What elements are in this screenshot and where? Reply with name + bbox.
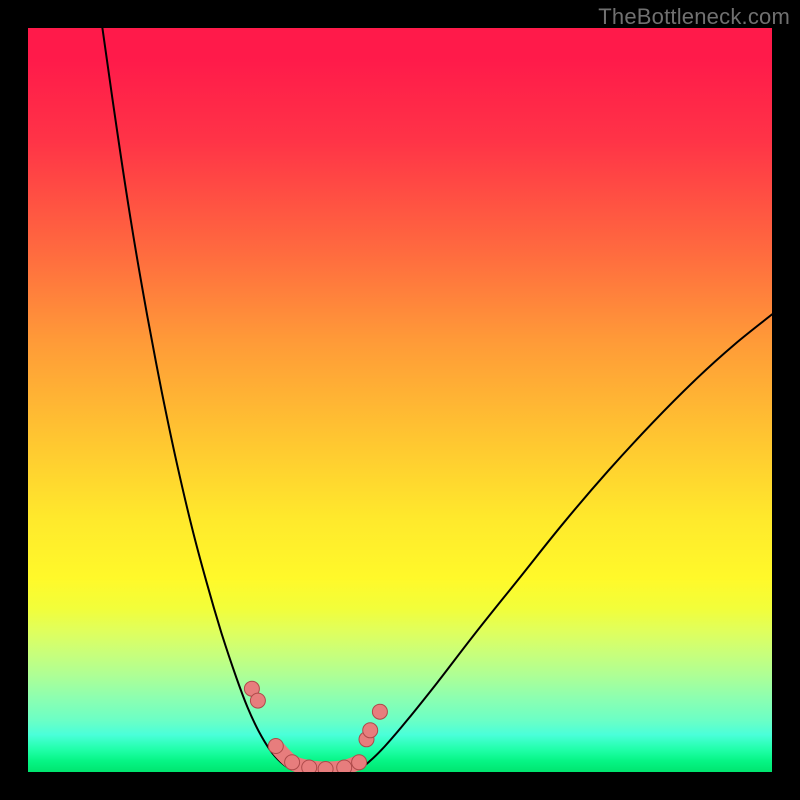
data-marker [352,755,367,770]
data-marker [285,755,300,770]
data-marker [268,739,283,754]
data-marker [337,760,352,772]
data-marker [302,760,317,772]
watermark-text: TheBottleneck.com [598,4,790,30]
curve-right [348,314,772,772]
data-marker [363,723,378,738]
data-marker [372,704,387,719]
curve-left [102,28,303,772]
plot-area [28,28,772,772]
chart-svg [28,28,772,772]
marker-group [244,681,387,772]
chart-frame: TheBottleneck.com [0,0,800,800]
data-marker [318,762,333,773]
data-marker [250,693,265,708]
